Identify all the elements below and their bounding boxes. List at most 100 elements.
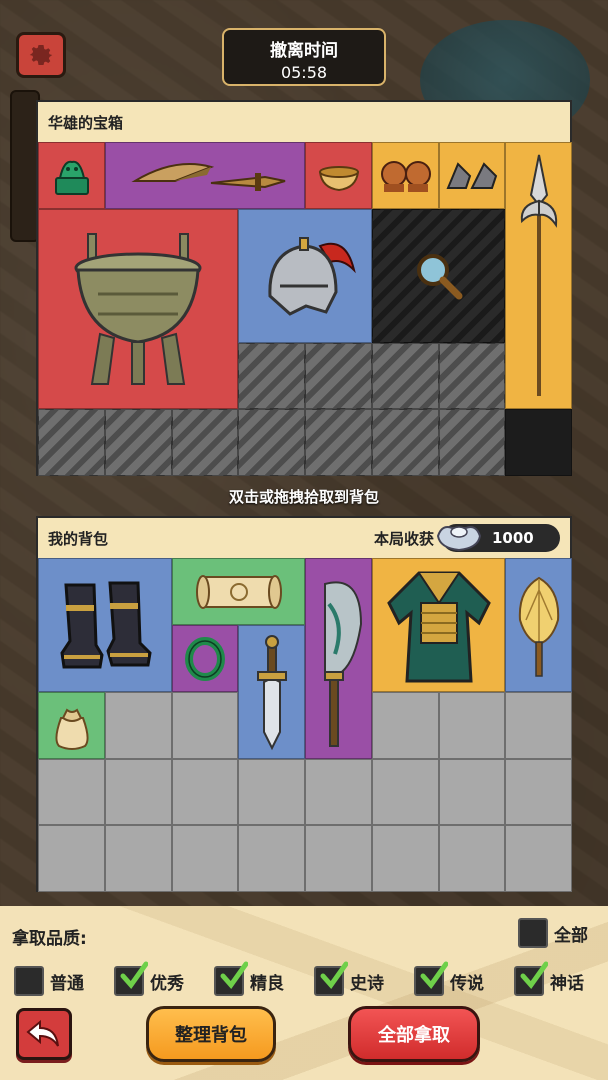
bag-slot-empty[interactable]: [372, 759, 439, 825]
checkmark-icon: [320, 961, 348, 990]
checkbox-box[interactable]: [514, 961, 548, 996]
checkbox-box[interactable]: [114, 961, 148, 996]
chest-slot-empty: [305, 409, 372, 476]
helmet-icon[interactable]: [238, 209, 372, 343]
glaive-icon[interactable]: [305, 558, 372, 759]
checkmark-icon: [520, 961, 548, 990]
chest-panel: 华雄的宝箱: [36, 100, 572, 476]
bag-slot-empty[interactable]: [439, 759, 505, 825]
checkbox-quality-excellent[interactable]: 优秀: [114, 961, 184, 996]
chest-slot-empty: [238, 409, 305, 476]
bag-slot-empty[interactable]: [105, 825, 172, 892]
chest-slot-empty: [372, 343, 439, 409]
bag-slot-empty[interactable]: [505, 692, 572, 759]
checkmark-icon: [120, 961, 148, 990]
backpack-title: 我的背包: [48, 529, 109, 548]
scroll-icon[interactable]: [172, 558, 305, 625]
chest-slot-empty: [38, 409, 105, 476]
checkbox-box[interactable]: [414, 961, 448, 996]
bag-slot-empty[interactable]: [38, 825, 105, 892]
chest-slot-empty: [105, 409, 172, 476]
bag-slot-empty[interactable]: [372, 692, 439, 759]
checkbox-box[interactable]: [314, 961, 348, 996]
boots-icon[interactable]: [38, 558, 172, 692]
silver-ingot-icon: [436, 526, 482, 552]
chest-slot-empty: [305, 343, 372, 409]
checkbox-box[interactable]: [14, 966, 44, 996]
timer-title: 撤离时间: [270, 41, 338, 61]
checkbox-quality-legendary[interactable]: 传说: [414, 961, 484, 996]
evacuation-timer: 撤离时间 05:58: [222, 28, 386, 86]
bag-slot-empty[interactable]: [172, 825, 238, 892]
bag-slot-empty[interactable]: [505, 825, 572, 892]
pickup-hint: 双击或拖拽拾取到背包: [228, 488, 379, 506]
checkbox-quality-mythic[interactable]: 神话: [514, 961, 584, 996]
checkbox-label: 普通: [50, 973, 84, 994]
bronze-ding-icon[interactable]: [38, 209, 238, 409]
checkbox-label: 神话: [550, 973, 584, 994]
chest-title: 华雄的宝箱: [38, 102, 570, 142]
timer-value: 05:58: [280, 63, 328, 82]
harvest-label: 本局收获: [373, 529, 434, 548]
bowl-icon[interactable]: [305, 142, 372, 209]
sort-backpack-button[interactable]: 整理背包: [146, 1006, 276, 1062]
silver-value: 1000: [492, 529, 534, 547]
chest-slot-empty: [439, 409, 505, 476]
checkbox-box[interactable]: [214, 961, 248, 996]
feather-fan-icon[interactable]: [505, 558, 572, 692]
bag-slot-empty[interactable]: [505, 759, 572, 825]
bag-slot-empty[interactable]: [172, 692, 238, 759]
backpack-panel: 我的背包 本局收获 1000: [36, 516, 572, 892]
chest-slot-empty: [505, 409, 572, 476]
silver-counter: 1000: [436, 524, 560, 552]
checkbox-all[interactable]: 全部: [518, 918, 588, 948]
chest-slot-empty: [238, 343, 305, 409]
chest-slot-empty: [372, 409, 439, 476]
checkbox-label: 史诗: [350, 973, 384, 994]
bag-slot-empty[interactable]: [439, 825, 505, 892]
backpack-grid: [38, 558, 572, 892]
twin-daggers-icon[interactable]: [105, 142, 305, 209]
checkbox-quality-epic[interactable]: 史诗: [314, 961, 384, 996]
search-icon[interactable]: [372, 209, 505, 343]
armor-robe-icon[interactable]: [372, 558, 505, 692]
tiger-figurines-icon[interactable]: [372, 142, 439, 209]
gear-icon: [29, 45, 53, 65]
back-button[interactable]: [16, 1008, 72, 1060]
bag-slot-empty[interactable]: [439, 692, 505, 759]
chest-slot-empty: [172, 409, 238, 476]
bag-slot-empty[interactable]: [305, 759, 372, 825]
checkbox-quality-common[interactable]: 普通: [14, 966, 84, 996]
bag-slot-empty[interactable]: [238, 825, 305, 892]
chest-grid: [38, 142, 572, 476]
short-sword-icon[interactable]: [238, 625, 305, 759]
back-arrow-icon: [26, 1019, 59, 1047]
checkbox-all-label: 全部: [554, 925, 588, 946]
checkmark-icon: [220, 961, 248, 990]
checkbox-box[interactable]: [518, 918, 548, 948]
take-all-button[interactable]: 全部拿取: [348, 1006, 480, 1062]
backpack-header: 我的背包 本局收获 1000: [38, 518, 570, 558]
jade-bracelet-icon[interactable]: [172, 625, 238, 692]
money-pouch-icon[interactable]: [38, 692, 105, 759]
bag-slot-empty[interactable]: [105, 692, 172, 759]
checkmark-icon: [420, 961, 448, 990]
checkbox-label: 传说: [450, 973, 484, 994]
chest-slot-empty: [439, 343, 505, 409]
checkbox-quality-fine[interactable]: 精良: [214, 961, 284, 996]
settings-button[interactable]: [16, 32, 66, 78]
harvest-summary: 本局收获 1000: [374, 524, 560, 552]
jade-seal-icon[interactable]: [38, 142, 105, 209]
iron-tiger-figurines-icon[interactable]: [439, 142, 505, 209]
bag-slot-empty[interactable]: [238, 759, 305, 825]
bag-slot-empty[interactable]: [38, 759, 105, 825]
checkbox-label: 精良: [250, 973, 284, 994]
bag-slot-empty[interactable]: [372, 825, 439, 892]
checkbox-label: 优秀: [150, 973, 184, 994]
bag-slot-empty[interactable]: [305, 825, 372, 892]
quality-label: 拿取品质:: [12, 929, 87, 949]
bag-slot-empty[interactable]: [105, 759, 172, 825]
bottom-controls: 拿取品质: 全部 普通 优秀 精良 史诗 传说 神话 整理背包 全部拿取: [0, 906, 608, 1080]
bag-slot-empty[interactable]: [172, 759, 238, 825]
halberd-icon[interactable]: [505, 142, 572, 409]
